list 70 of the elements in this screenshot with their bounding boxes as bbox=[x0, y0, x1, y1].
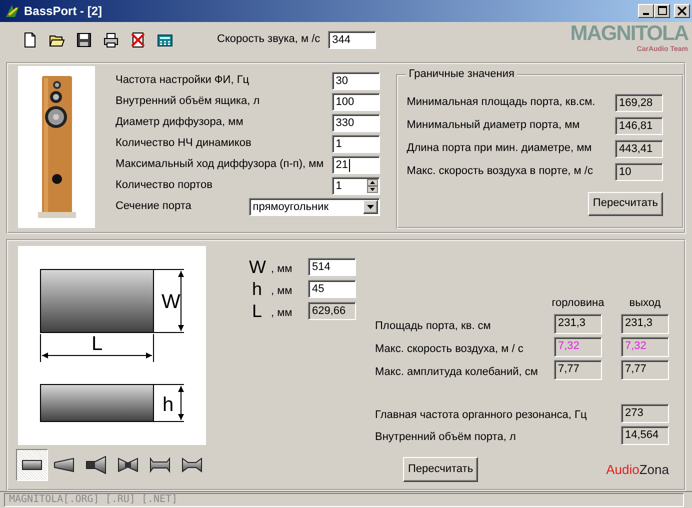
brand-text: Audio bbox=[606, 462, 640, 478]
column-header: выход bbox=[628, 296, 662, 310]
unit-label: , мм bbox=[271, 285, 294, 299]
calculator-icon[interactable] bbox=[157, 32, 173, 48]
input-field[interactable]: 1 bbox=[332, 135, 380, 153]
window-title: BassPort - [2] bbox=[24, 4, 104, 18]
field-label: Сечение порта bbox=[115, 200, 192, 214]
field-label: Количество портов bbox=[115, 179, 212, 193]
input-field[interactable]: 21 bbox=[332, 156, 380, 174]
result-field: 14,564 bbox=[621, 426, 669, 445]
printer-icon[interactable] bbox=[103, 32, 119, 48]
sound-speed-label: Скорость звука, м /с bbox=[217, 32, 320, 46]
spinner-arrows-icon[interactable] bbox=[366, 179, 378, 193]
port-section-dropdown[interactable]: прямоугольник bbox=[248, 198, 380, 216]
result-field: 7,32 bbox=[621, 337, 669, 357]
input-field[interactable]: 100 bbox=[332, 93, 380, 111]
result-field: 231,3 bbox=[554, 314, 602, 334]
column-header: горловина bbox=[550, 296, 606, 310]
result-label: Макс. скорость воздуха в порте, м /с bbox=[406, 165, 593, 179]
field-label: Диаметр диффузора, мм bbox=[115, 116, 244, 130]
result-label: Минимальный диаметр порта, мм bbox=[406, 119, 580, 133]
field-label: Внутренний объём ящика, л bbox=[115, 95, 260, 109]
input-field[interactable]: 330 bbox=[332, 114, 380, 132]
result-label: Главная частота органного резонанса, Гц bbox=[375, 408, 587, 423]
result-field: 629,66 bbox=[308, 302, 356, 320]
dimension-label: L bbox=[91, 333, 103, 355]
input-field[interactable]: 514 bbox=[308, 258, 356, 276]
result-field: 169,28 bbox=[615, 94, 663, 112]
dropdown-arrow-icon[interactable] bbox=[366, 205, 374, 209]
result-label: Длина порта при мин. диаметре, мм bbox=[406, 142, 592, 156]
result-label: Внутренний объём порта, л bbox=[375, 430, 516, 445]
save-icon[interactable] bbox=[76, 32, 92, 48]
new-document-icon[interactable] bbox=[22, 32, 38, 48]
group-title: Граничные значения bbox=[406, 68, 518, 82]
result-field: 273 bbox=[621, 404, 669, 423]
result-label: Площадь порта, кв. см bbox=[375, 319, 492, 334]
logo-text: MAGNITOLA bbox=[570, 22, 688, 46]
result-field: 443,41 bbox=[615, 140, 663, 158]
recalculate-button[interactable]: Пересчитать bbox=[588, 192, 663, 216]
recalculate-button[interactable]: Пересчитать bbox=[403, 457, 478, 482]
result-field: 7,32 bbox=[554, 337, 602, 357]
brand-text: Zona bbox=[639, 462, 669, 478]
dimension-symbol: W bbox=[249, 258, 265, 276]
field-label: Частота настройки ФИ, Гц bbox=[115, 74, 250, 88]
result-field: 231,3 bbox=[621, 314, 669, 334]
result-field: 7,77 bbox=[554, 360, 602, 380]
port-shape-button[interactable] bbox=[16, 449, 48, 481]
app-icon bbox=[4, 3, 20, 19]
delete-icon[interactable] bbox=[130, 32, 146, 48]
dimension-symbol: h bbox=[250, 280, 263, 298]
input-field[interactable]: 30 bbox=[332, 72, 380, 90]
result-label: Макс. амплитуда колебаний, см bbox=[375, 365, 539, 380]
unit-label: , мм bbox=[271, 263, 294, 277]
result-label: Макс. скорость воздуха, м / с bbox=[375, 342, 524, 357]
port-count-spinner[interactable]: 1 bbox=[332, 177, 380, 195]
result-label: Минимальная площадь порта, кв.см. bbox=[406, 96, 596, 110]
status-bar-text: MAGNITOLA[.ORG] [.RU] [.NET] bbox=[4, 493, 684, 507]
field-label: Максимальный ход диффузора (п-п), мм bbox=[115, 158, 324, 172]
input-field[interactable]: 45 bbox=[308, 280, 356, 298]
unit-label: , мм bbox=[271, 307, 294, 321]
result-field: 10 bbox=[615, 163, 663, 181]
dimension-symbol: L bbox=[250, 302, 263, 320]
dimension-label: h bbox=[162, 394, 174, 416]
result-field: 146,81 bbox=[615, 117, 663, 135]
sound-speed-field[interactable]: 344 bbox=[328, 30, 376, 48]
dimension-arrow bbox=[154, 384, 184, 422]
port-shape-icon[interactable] bbox=[84, 454, 108, 476]
field-label: Количество НЧ динамиков bbox=[115, 137, 252, 151]
result-field: 7,77 bbox=[621, 360, 669, 380]
dimension-label: W bbox=[162, 291, 180, 313]
